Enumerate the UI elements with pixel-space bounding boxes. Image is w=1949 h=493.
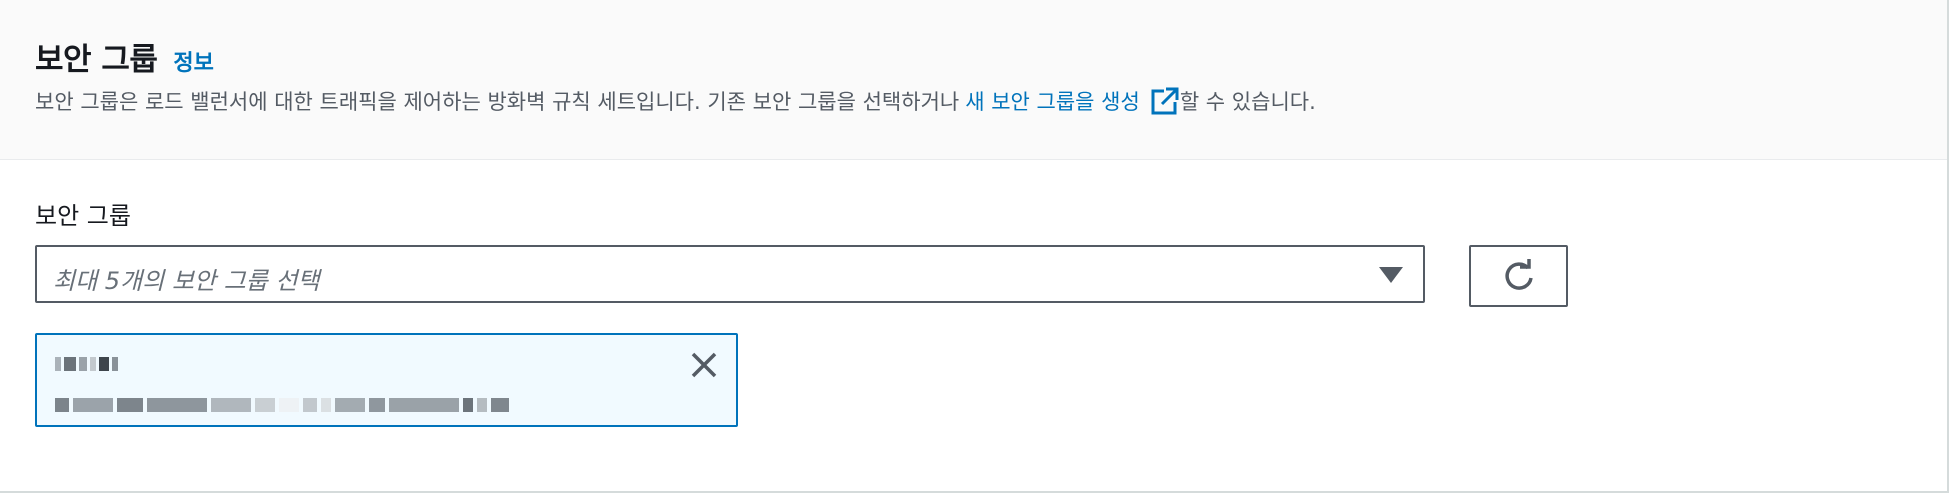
create-security-group-link[interactable]: 새 보안 그룹을 생성 bbox=[965, 86, 1140, 116]
panel-header: 보안 그룹 정보 보안 그룹은 로드 밸런서에 대한 트래픽을 제어하는 방화벽… bbox=[0, 0, 1947, 160]
close-icon[interactable] bbox=[688, 349, 720, 381]
security-group-panel: 보안 그룹 정보 보안 그룹은 로드 밸런서에 대한 트래픽을 제어하는 방화벽… bbox=[0, 0, 1949, 493]
description-text: 보안 그룹은 로드 밸런서에 대한 트래픽을 제어하는 방화벽 규칙 세트입니다… bbox=[35, 90, 960, 114]
info-link[interactable]: 정보 bbox=[173, 45, 213, 77]
refresh-button[interactable] bbox=[1469, 245, 1568, 307]
panel-title: 보안 그룹 bbox=[35, 42, 158, 78]
external-link-icon[interactable] bbox=[1150, 86, 1180, 116]
title-row: 보안 그룹 정보 bbox=[35, 34, 214, 78]
refresh-icon bbox=[1504, 259, 1533, 290]
security-group-field-label: 보안 그룹 bbox=[35, 202, 131, 230]
token-description-redacted bbox=[55, 395, 509, 415]
panel-description: 보안 그룹은 로드 밸런서에 대한 트래픽을 제어하는 방화벽 규칙 세트입니다… bbox=[35, 86, 1316, 116]
token-name-redacted bbox=[55, 353, 118, 375]
caret-down-icon bbox=[1379, 267, 1403, 283]
description-suffix: 할 수 있습니다. bbox=[1179, 90, 1316, 114]
selected-security-group-token bbox=[35, 333, 738, 427]
security-group-select[interactable]: 최대 5개의 보안 그룹 선택 bbox=[35, 245, 1425, 303]
select-placeholder: 최대 5개의 보안 그룹 선택 bbox=[53, 267, 320, 295]
